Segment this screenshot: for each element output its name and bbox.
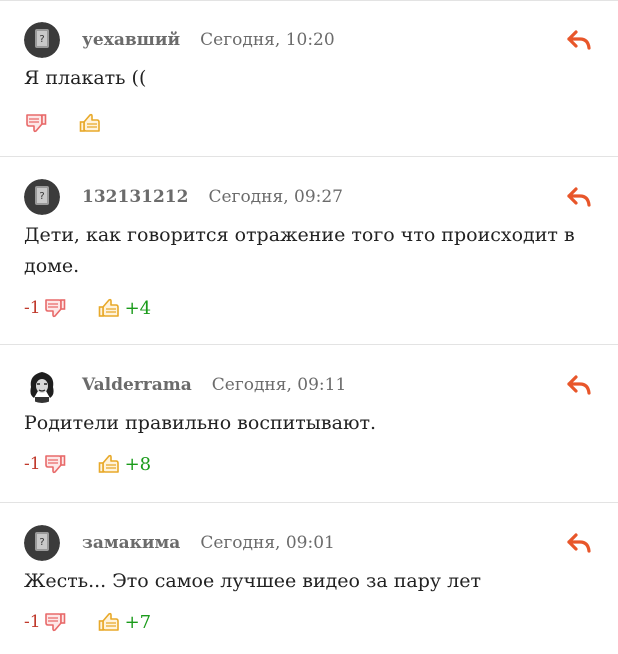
thumb-up-icon[interactable] (97, 296, 121, 320)
dislike-count: -1 (24, 298, 41, 318)
comment-votes: -1 +8 (24, 450, 151, 478)
comment-time: Сегодня, 10:20 (200, 30, 335, 50)
comment-author[interactable]: 132131212 (82, 187, 188, 207)
svg-text:?: ? (39, 191, 44, 202)
thumb-down-icon[interactable] (24, 111, 48, 135)
comment-item: ? замакима Сегодня, 09:01 Жесть... Это с… (0, 504, 618, 654)
comment-time: Сегодня, 09:01 (200, 533, 335, 553)
comment-votes (24, 109, 102, 137)
user-portrait-avatar[interactable] (24, 367, 60, 403)
default-avatar-icon[interactable]: ? (24, 525, 60, 561)
thumb-up-icon[interactable] (97, 452, 121, 476)
comment-author[interactable]: уехавший (82, 30, 180, 50)
comment-time: Сегодня, 09:27 (208, 187, 343, 207)
comment-author[interactable]: замакима (82, 533, 180, 553)
comment-time: Сегодня, 09:11 (211, 375, 347, 395)
reply-arrow-icon[interactable] (566, 186, 592, 208)
comment-header: ? замакима Сегодня, 09:01 (24, 524, 335, 562)
thumb-down-icon[interactable] (43, 610, 67, 634)
comment-header: Valderrama Сегодня, 09:11 (24, 366, 346, 404)
comment-text: Родители правильно воспитывают. (24, 412, 377, 434)
default-avatar-icon[interactable]: ? (24, 22, 60, 58)
like-count: +7 (124, 611, 152, 633)
comment-text: Дети, как говорится отражение того что п… (24, 224, 575, 277)
thumb-down-icon[interactable] (43, 296, 67, 320)
svg-text:?: ? (39, 34, 44, 45)
comment-item: ? 132131212 Сегодня, 09:27 Дети, как гов… (0, 158, 618, 345)
comment-item: ? уехавший Сегодня, 10:20 Я плакать (( (0, 1, 618, 157)
comment-text: Жесть... Это самое лучшее видео за пару … (24, 570, 481, 592)
svg-text:?: ? (39, 537, 44, 548)
comments-list: ? уехавший Сегодня, 10:20 Я плакать ((?… (0, 0, 618, 654)
like-group: +7 (97, 610, 152, 634)
comment-votes: -1 +4 (24, 294, 151, 322)
comment-votes: -1 +7 (24, 608, 151, 636)
default-avatar-icon[interactable]: ? (24, 179, 60, 215)
reply-arrow-icon[interactable] (566, 29, 592, 51)
comment-author[interactable]: Valderrama (82, 375, 192, 395)
like-count: +8 (124, 453, 152, 475)
comment-header: ? 132131212 Сегодня, 09:27 (24, 178, 343, 216)
dislike-count: -1 (24, 454, 41, 474)
thumb-up-icon[interactable] (78, 111, 102, 135)
reply-arrow-icon[interactable] (566, 374, 592, 396)
like-count: +4 (124, 297, 152, 319)
comment-item: Valderrama Сегодня, 09:11 Родители прави… (0, 346, 618, 503)
dislike-count: -1 (24, 612, 41, 632)
like-group: +4 (97, 296, 152, 320)
thumb-down-icon[interactable] (43, 452, 67, 476)
comment-text: Я плакать (( (24, 67, 147, 89)
thumb-up-icon[interactable] (97, 610, 121, 634)
reply-arrow-icon[interactable] (566, 532, 592, 554)
like-group (78, 111, 102, 135)
like-group: +8 (97, 452, 152, 476)
comment-header: ? уехавший Сегодня, 10:20 (24, 21, 335, 59)
